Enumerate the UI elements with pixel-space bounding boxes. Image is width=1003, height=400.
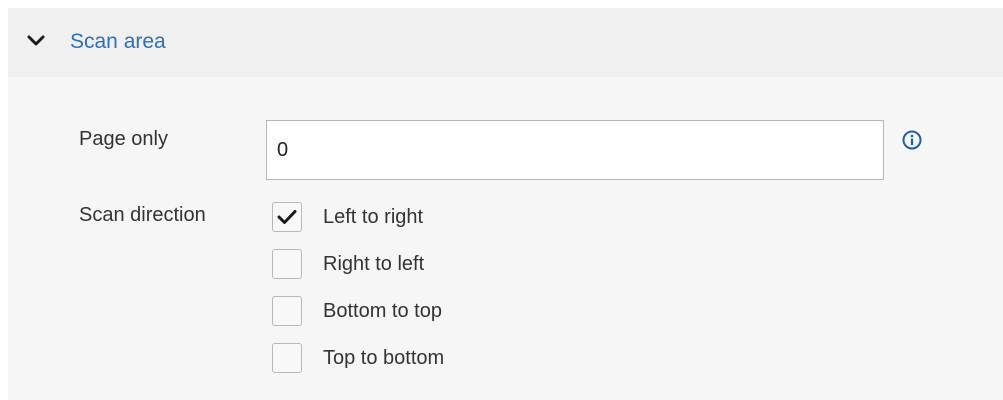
scan-direction-label: Scan direction <box>79 204 206 226</box>
page-only-label: Page only <box>79 128 168 150</box>
right-to-left-label: Right to left <box>323 253 425 275</box>
option-left-to-right[interactable]: Left to right <box>272 202 423 232</box>
section-title[interactable]: Scan area <box>70 28 166 56</box>
page-only-input[interactable] <box>266 120 884 180</box>
option-right-to-left[interactable]: Right to left <box>272 249 424 279</box>
bottom-to-top-checkbox[interactable] <box>272 296 302 326</box>
option-bottom-to-top[interactable]: Bottom to top <box>272 296 442 326</box>
right-to-left-checkbox[interactable] <box>272 249 302 279</box>
top-to-bottom-label: Top to bottom <box>323 347 445 369</box>
info-icon[interactable] <box>901 129 923 151</box>
scan-area-body: Page only Scan direction Left to right R… <box>8 77 1003 400</box>
top-to-bottom-checkbox[interactable] <box>272 343 302 373</box>
scan-area-header[interactable]: Scan area <box>8 8 1003 77</box>
scan-area-panel: Scan area Page only Scan direction Left … <box>8 8 1003 400</box>
option-top-to-bottom[interactable]: Top to bottom <box>272 343 444 373</box>
chevron-down-icon[interactable] <box>27 34 45 48</box>
checkmark-icon <box>277 210 297 224</box>
bottom-to-top-label: Bottom to top <box>323 300 442 322</box>
left-to-right-checkbox[interactable] <box>272 202 302 232</box>
left-to-right-label: Left to right <box>323 206 424 228</box>
